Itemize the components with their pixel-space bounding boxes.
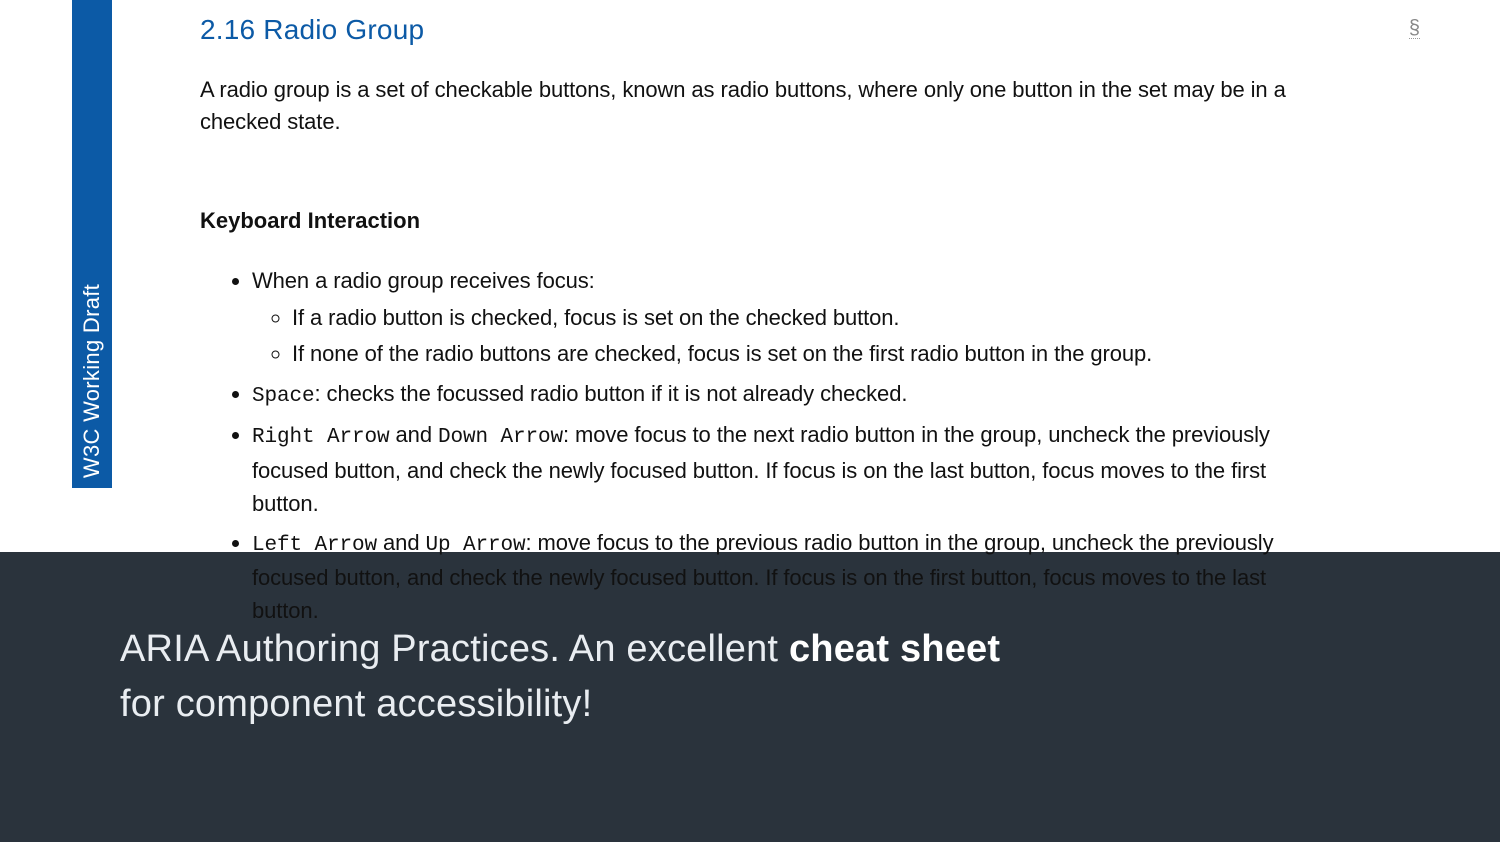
kbd-key: Right Arrow [252, 426, 390, 449]
section-title: Radio Group [263, 14, 424, 45]
section-number: 2.16 [200, 14, 255, 45]
list-item: If a radio button is checked, focus is s… [292, 301, 1320, 335]
section-heading-row: 2.16 Radio Group § [200, 14, 1320, 46]
kbd-joiner: and [377, 530, 425, 555]
caption-pre: ARIA Authoring Practices. An excellent [120, 628, 789, 670]
caption-bold: cheat sheet [789, 628, 1000, 670]
kbd-key: Space [252, 385, 315, 408]
kbd-key: Down Arrow [438, 426, 563, 449]
list-item: Right Arrow and Down Arrow: move focus t… [252, 418, 1320, 520]
list-item: When a radio group receives focus: If a … [252, 264, 1320, 371]
document-panel: W3C Working Draft 2.16 Radio Group § A r… [0, 0, 1500, 552]
list-item: Space: checks the focussed radio button … [252, 377, 1320, 413]
list-item: If none of the radio buttons are checked… [292, 337, 1320, 371]
caption-post: for component accessibility! [120, 683, 592, 725]
keyboard-interaction-heading: Keyboard Interaction [200, 208, 1320, 234]
section-permalink[interactable]: § [1409, 18, 1420, 39]
keyboard-interaction-list: When a radio group receives focus: If a … [200, 264, 1320, 628]
list-item-text: When a radio group receives focus: [252, 268, 595, 293]
list-item-text: : checks the focussed radio button if it… [315, 381, 908, 406]
section-intro: A radio group is a set of checkable butt… [200, 74, 1320, 138]
status-sidebar: W3C Working Draft [72, 0, 112, 488]
section-heading: 2.16 Radio Group [200, 14, 1320, 46]
kbd-key: Up Arrow [425, 534, 525, 557]
list-item-children: If a radio button is checked, focus is s… [252, 301, 1320, 371]
status-sidebar-label: W3C Working Draft [81, 284, 103, 478]
list-item: Left Arrow and Up Arrow: move focus to t… [252, 526, 1320, 628]
document-content: 2.16 Radio Group § A radio group is a se… [200, 14, 1320, 633]
kbd-key: Left Arrow [252, 534, 377, 557]
slide-caption: ARIA Authoring Practices. An excellent c… [120, 622, 1020, 732]
kbd-joiner: and [390, 422, 438, 447]
page: W3C Working Draft 2.16 Radio Group § A r… [0, 0, 1500, 842]
